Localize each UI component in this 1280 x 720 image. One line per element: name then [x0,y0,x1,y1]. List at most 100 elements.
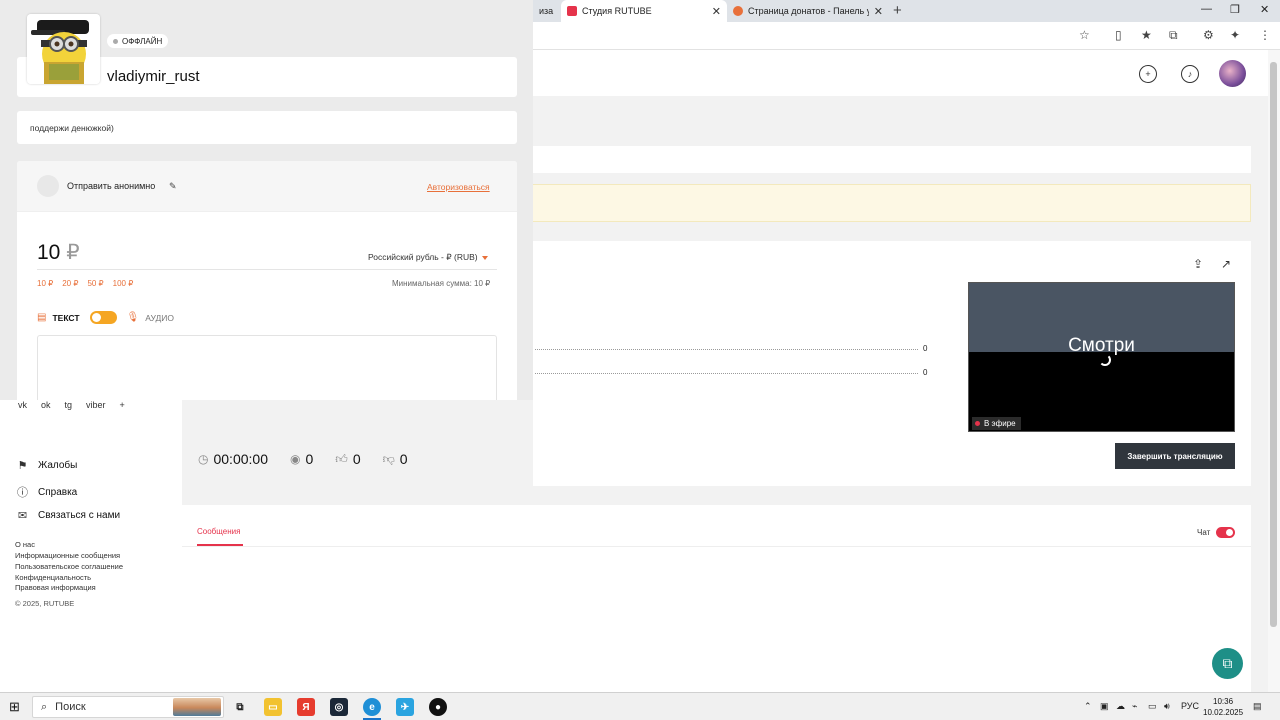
stream-stats: ◷ 00:00:00 ◉ 0 👍︎ 0 👎︎ 0 [198,451,408,467]
preset-100[interactable]: 100 ₽ [113,279,134,288]
viber-icon[interactable]: viber [86,400,106,410]
stream-preview[interactable]: Смотри В эфире [968,282,1235,432]
taskbar-clock[interactable]: 10:36 10.02.2025 [1203,696,1243,718]
upload-icon[interactable]: + [1139,65,1157,83]
ok-icon[interactable]: ok [41,400,51,410]
meter-value: 0 [923,368,928,377]
mail-icon: ✉ [17,510,28,522]
tray-usb-icon[interactable]: ⌁ [1132,701,1137,712]
telegram-taskbar-icon[interactable]: ✈ [396,698,414,716]
send-anon-label[interactable]: Отправить анонимно [67,181,155,191]
close-icon[interactable]: ✕ [712,5,721,18]
amount-underline [37,269,497,270]
chat-toggle[interactable] [1216,527,1235,538]
external-link-icon[interactable]: ↗ [1221,257,1231,271]
copilot-icon[interactable]: ✦ [1230,28,1240,42]
close-icon[interactable]: ✕ [874,5,883,18]
more-social-icon[interactable]: + [120,400,125,410]
tray-monitor-icon[interactable]: ▭ [1148,701,1157,712]
user-avatar[interactable] [1219,60,1246,87]
browser-tab-donations[interactable]: Страница донатов - Панель упр ✕ [727,0,889,22]
mode-audio-label[interactable]: АУДИО [145,313,174,323]
amount-input[interactable]: 10 ₽ [37,240,80,265]
status-badge: ОФФЛАЙН [107,34,169,48]
login-link[interactable]: Авторизоваться [427,182,490,192]
support-fab-icon[interactable]: ⧉ [1212,648,1243,679]
audio-meter-right [535,373,918,374]
task-view-icon[interactable]: ⧉ [231,698,249,716]
steam-icon[interactable]: ◎ [330,698,348,716]
obs-icon[interactable]: ● [429,698,447,716]
end-stream-button[interactable]: Завершить трансляцию [1115,443,1235,469]
preset-50[interactable]: 50 ₽ [87,279,103,288]
browser-tab-rutube-studio[interactable]: Студия RUTUBE ✕ [561,0,727,22]
collections-icon[interactable]: ⧉ [1169,28,1178,43]
nav-label: Связаться с нами [38,510,121,521]
telegram-icon[interactable]: tg [65,400,73,410]
nav-label: Жалобы [38,460,78,471]
tab-label: Страница донатов - Панель упр [748,6,869,16]
tab-active-indicator [197,544,243,546]
nav-contact[interactable]: ✉ Связаться с нами [16,509,120,522]
tray-app-icon[interactable]: ▣ [1100,701,1109,712]
window-close-icon[interactable]: ✕ [1260,3,1269,16]
minimize-icon[interactable]: — [1201,3,1212,15]
search-highlight-image [173,698,221,716]
yandex-browser-icon[interactable]: Я [297,698,315,716]
edge-icon[interactable]: e [363,698,381,716]
nav-help[interactable]: ⓘ Справка [16,484,77,500]
footer-agreement[interactable]: Пользовательское соглашение [15,562,123,571]
clock-icon: ◷ [198,452,209,466]
pencil-icon[interactable]: ✎ [169,181,177,192]
scrollbar[interactable] [1268,50,1280,692]
mode-toggle[interactable] [89,311,117,324]
currency-select[interactable]: Российский рубль - ₽ (RUB) [368,252,488,263]
file-explorer-icon[interactable]: ▭ [264,698,282,716]
clock-date: 10.02.2025 [1203,708,1244,717]
notifications-icon[interactable]: ▤ [1253,701,1262,712]
bell-icon[interactable]: ♪ [1181,65,1199,83]
share-icon[interactable]: ⇪ [1193,257,1203,271]
stat-likes: 👍︎ 0 [335,451,360,467]
footer-privacy[interactable]: Конфиденциальность [15,573,91,582]
search-icon: ⌕ [41,700,48,713]
browser-tab-partial[interactable]: иза [533,0,561,22]
mode-text-label[interactable]: ТЕКСТ [52,313,79,323]
favorites-icon[interactable]: ★ [1141,28,1152,42]
volume-icon[interactable]: 🔊︎ [1164,701,1170,712]
currency-value: Российский рубль - ₽ (RUB) [368,252,478,262]
taskbar-search[interactable]: ⌕ Поиск [32,696,224,718]
footer-info[interactable]: Информационные сообщения [15,551,120,560]
anon-avatar [37,175,59,197]
donate-icon [733,6,743,16]
split-screen-icon[interactable]: ▯ [1115,28,1122,42]
preset-20[interactable]: 20 ₽ [62,279,78,288]
meter-value: 0 [923,344,928,353]
help-icon: ⓘ [17,487,28,499]
message-textarea[interactable] [37,335,497,400]
footer-about[interactable]: О нас [15,540,35,549]
chevron-down-icon [481,255,488,260]
tab-messages[interactable]: Сообщения [197,527,240,536]
footer-legal[interactable]: Правовая информация [15,583,96,592]
donation-popup: ОФФЛАЙН vladiymir_rust поддержи денюжкой… [0,0,533,400]
new-tab-button[interactable]: + [893,2,902,19]
nav-complaints[interactable]: ⚑ Жалобы [16,459,78,472]
favorite-star-icon[interactable]: ☆ [1079,28,1090,42]
dislikes-value: 0 [399,451,408,467]
tray-expand-icon[interactable]: ⌃ [1084,701,1092,712]
preset-10[interactable]: 10 ₽ [37,279,53,288]
tray-cloud-icon[interactable]: ☁ [1116,701,1125,712]
more-icon[interactable]: ⋮ [1259,28,1271,42]
extensions-icon[interactable]: ⚙ [1203,28,1214,42]
live-label: В эфире [984,419,1016,428]
windows-start-icon[interactable]: ⊞ [9,699,20,715]
language-indicator[interactable]: РУС [1181,701,1199,711]
amount-presets: 10 ₽ 20 ₽ 50 ₽ 100 ₽ [37,279,133,288]
notice-banner [533,184,1251,222]
streamer-username: vladiymir_rust [107,68,200,85]
scroll-thumb[interactable] [1270,62,1277,627]
streamer-avatar [27,14,100,84]
maximize-icon[interactable]: ❐ [1230,3,1240,16]
vk-icon[interactable]: vk [18,400,27,410]
